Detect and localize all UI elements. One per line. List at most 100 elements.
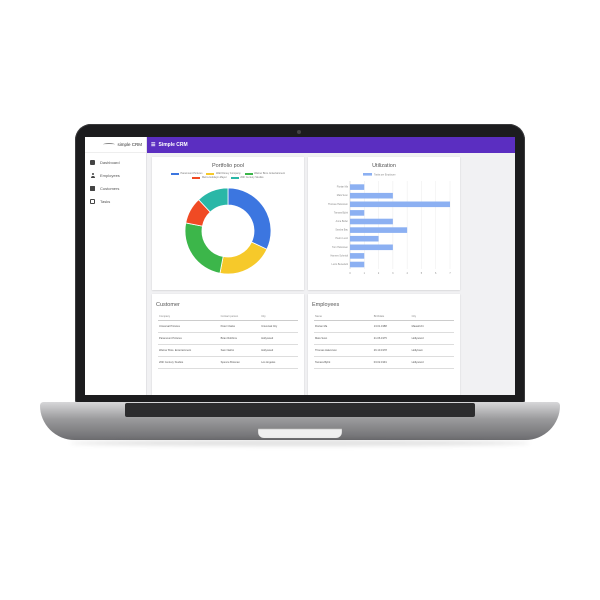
bar — [350, 184, 365, 190]
table-cell: Hollywood — [410, 332, 454, 345]
legend-item[interactable]: Warner Bros. Entertainment — [244, 172, 285, 175]
bar — [350, 210, 365, 216]
table-header-row: Name Birthdate City — [314, 313, 454, 321]
table-cell: Paramount Pictures — [158, 332, 220, 345]
laptop-lid-notch — [258, 428, 342, 438]
keyboard-edge — [125, 403, 475, 417]
table-cell: Universal City — [260, 320, 298, 333]
portfolio-donut-chart — [184, 187, 272, 275]
bar — [350, 253, 365, 259]
sidebar-item-customers[interactable]: Customers — [85, 182, 146, 195]
employees-table: Name Birthdate City Florian Ma 13.01.1988… — [314, 313, 454, 369]
table-cell: Universal Pictures — [158, 320, 220, 333]
app-title: Simple CRM — [158, 142, 188, 148]
table-cell: Thomas Halvorson — [314, 344, 373, 357]
sidebar-item-label: Employees — [100, 173, 120, 178]
table-row[interactable]: Thomas Halvorson 26.10.1978 Hollytown — [314, 344, 454, 357]
sidebar-item-label: Customers — [100, 186, 120, 191]
portfolio-title: Portfolio pool — [211, 163, 245, 169]
bar — [350, 227, 408, 233]
x-tick-label: 2 — [378, 272, 380, 275]
legend-label: Walt Disney Company — [215, 172, 241, 175]
table-cell: Hollywood — [410, 356, 454, 369]
table-cell: Hollywood — [260, 344, 298, 357]
bar — [350, 192, 393, 199]
legend-label: Warner Bros. Entertainment — [254, 172, 285, 175]
table-cell: Peter Clarke — [219, 320, 261, 333]
bar — [350, 201, 450, 208]
customer-table: Company Contact person City Universal Pi… — [158, 313, 298, 369]
column-header[interactable]: Contact person — [219, 313, 261, 321]
x-tick-label: 4 — [406, 272, 408, 275]
table-cell: 26.10.1978 — [372, 344, 411, 357]
utilization-card: Utilization Tasks per Employee 0 1 2 3 4 5 6 7 Fl… — [308, 157, 460, 290]
table-row[interactable]: Paramount Pictures Brian Robbins Hollywood — [158, 332, 298, 345]
column-header[interactable]: Company — [158, 313, 220, 321]
sidebar-item-label: Dashboard — [100, 160, 120, 165]
y-tick-label: Thomas Halvorson — [328, 203, 349, 206]
x-tick-label: 1 — [364, 272, 366, 275]
table-cell: Florian Ma — [314, 320, 373, 333]
task-icon — [90, 199, 95, 204]
legend-item[interactable]: Paramount Pictures — [170, 172, 203, 175]
table-cell: 03.02.1991 — [372, 356, 411, 369]
app-logo[interactable]: simple CRM — [85, 137, 146, 153]
table-cell: Hollywood — [260, 332, 298, 345]
table-row[interactable]: Florian Ma 13.01.1988 Maastricht — [314, 320, 454, 333]
legend-swatch — [170, 172, 179, 175]
sidebar-item-employees[interactable]: Employees — [85, 169, 146, 182]
x-tick-label: 3 — [392, 272, 394, 275]
table-row[interactable]: Warner Bros. Entertainment Sam Natrisi Hol… — [158, 344, 298, 357]
legend-label: Paramount Pictures — [180, 172, 203, 175]
x-tick-label: 5 — [421, 272, 423, 275]
person-icon — [90, 173, 95, 178]
x-tick-label: 7 — [449, 272, 451, 275]
table-row[interactable]: Tamara Björk 03.02.1991 Hollywood — [314, 356, 454, 369]
table-cell: Los Angeles — [260, 356, 298, 369]
table-cell: Maastricht — [410, 320, 454, 333]
portfolio-legend: Paramount Pictures Walt Disney Company War… — [152, 172, 304, 179]
legend-swatch — [206, 172, 215, 175]
employees-card: Employees Name Birthdate City Florian Ma… — [308, 294, 460, 395]
y-tick-label: Lucio Benedetti — [332, 263, 349, 266]
table-cell: Sam Natrisi — [219, 344, 261, 357]
hamburger-icon[interactable]: ☰ — [151, 142, 155, 148]
sidebar-item-label: Tasks — [100, 199, 111, 204]
sidebar-item-tasks[interactable]: Tasks — [85, 195, 146, 208]
bar — [350, 261, 365, 268]
pie-slice — [227, 187, 272, 250]
bar — [350, 235, 379, 242]
y-tick-label: Tom Halvorsen — [332, 246, 349, 249]
table-cell: Tamara Björk — [314, 356, 373, 369]
portfolio-card: Portfolio pool Paramount Pictures Walt Di… — [152, 157, 304, 290]
table-cell: Mats Sven — [314, 332, 373, 345]
sidebar-item-dashboard[interactable]: Dashboard — [85, 156, 146, 169]
y-tick-label: Pietro Lucci — [336, 237, 349, 240]
pie-slice — [184, 222, 224, 274]
table-row[interactable]: 20th Century Studios Spence Brosnan Los An… — [158, 356, 298, 369]
laptop-shadow — [70, 440, 530, 446]
y-tick-label: Florian Ma — [337, 186, 349, 189]
building-icon — [90, 186, 95, 191]
legend-label: Tasks per Employee — [374, 173, 396, 176]
table-cell: 21.06.1975 — [372, 332, 411, 345]
bar — [350, 218, 393, 225]
table-row[interactable]: Universal Pictures Peter Clarke Universal … — [158, 320, 298, 333]
sidebar: simple CRM Dashboard Employees Customers — [85, 137, 147, 395]
table-row[interactable]: Mats Sven 21.06.1975 Hollywood — [314, 332, 454, 345]
customer-title: Customer — [156, 302, 180, 308]
dashboard-content: Portfolio pool Paramount Pictures Walt Di… — [147, 153, 515, 395]
app-topbar: ☰ Simple CRM — [147, 137, 515, 153]
column-header[interactable]: City — [260, 313, 298, 321]
y-tick-label: Sandra Bau — [335, 229, 348, 232]
legend-swatch — [363, 173, 372, 176]
bar — [350, 244, 393, 251]
column-header[interactable]: Birthdate — [372, 313, 411, 321]
table-cell: Warner Bros. Entertainment — [158, 344, 220, 357]
column-header[interactable]: Name — [314, 313, 373, 321]
laptop-screen: simple CRM Dashboard Employees Customers — [85, 137, 515, 395]
legend-item[interactable]: Walt Disney Company — [206, 172, 241, 175]
column-header[interactable]: City — [410, 313, 454, 321]
laptop-lid: simple CRM Dashboard Employees Customers — [75, 124, 525, 404]
table-cell: 20th Century Studios — [158, 356, 220, 369]
